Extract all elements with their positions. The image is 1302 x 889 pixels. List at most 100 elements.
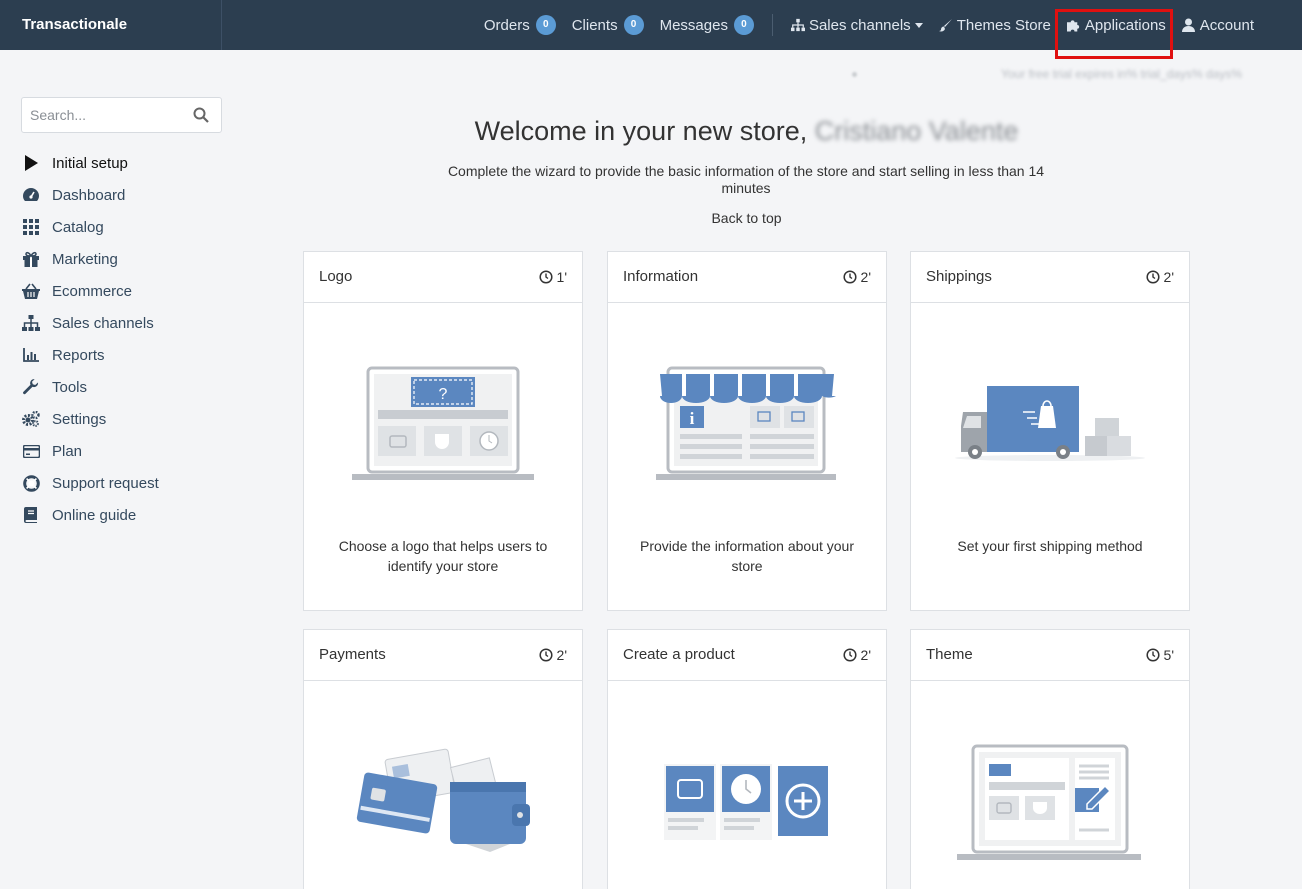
card-title: Payments xyxy=(319,646,386,663)
sidebar-item-dashboard[interactable]: Dashboard xyxy=(22,179,222,211)
sidebar-item-label: Marketing xyxy=(52,250,118,268)
sidebar-item-label: Dashboard xyxy=(52,186,126,204)
nav-clients-label: Clients xyxy=(571,16,618,34)
nav-sales-channels[interactable]: Sales channels xyxy=(790,0,923,50)
sidebar-item-sales-channels[interactable]: Sales channels xyxy=(22,307,222,339)
card-duration: 2' xyxy=(1145,266,1174,288)
sidebar-item-settings[interactable]: Settings xyxy=(22,403,222,435)
sidebar-item-tools[interactable]: Tools xyxy=(22,371,222,403)
sidebar-item-reports[interactable]: Reports xyxy=(22,339,222,371)
back-to-top-link[interactable]: Back to top xyxy=(303,210,1190,226)
search-input[interactable] xyxy=(22,98,182,132)
nav-orders-label: Orders xyxy=(483,16,530,34)
theme-editor-illustration xyxy=(957,744,1141,860)
sidebar-item-label: Reports xyxy=(52,346,105,364)
nav-applications-label: Applications xyxy=(1084,16,1166,34)
nav-clients[interactable]: Clients 0 xyxy=(572,0,644,50)
laptop-logo-illustration: ? xyxy=(352,366,534,480)
wizard-card-information[interactable]: Information 2' i Provide the information… xyxy=(607,251,887,611)
gears-icon xyxy=(22,410,40,428)
sidebar-item-initial-setup[interactable]: Initial setup xyxy=(22,147,222,179)
sidebar-item-label: Settings xyxy=(52,410,107,428)
clients-count-badge: 0 xyxy=(623,15,644,35)
wizard-card-payments[interactable]: Payments 2' xyxy=(303,629,583,889)
top-bar: Transactionale Orders 0 Clients 0 Messag… xyxy=(0,0,1302,50)
sidebar-item-catalog[interactable]: Catalog xyxy=(22,211,222,243)
book-icon xyxy=(22,506,40,524)
wizard-card-create-product[interactable]: Create a product 2' xyxy=(607,629,887,889)
sidebar-item-label: Ecommerce xyxy=(52,282,133,300)
nav-messages-label: Messages xyxy=(659,16,728,34)
brand-logo[interactable]: Transactionale xyxy=(0,0,222,50)
nav-messages[interactable]: Messages 0 xyxy=(660,0,754,50)
clock-icon xyxy=(842,270,857,284)
messages-count-badge: 0 xyxy=(733,15,754,35)
card-duration: 2' xyxy=(842,266,871,288)
card-time-value: 2' xyxy=(1163,269,1174,285)
paintbrush-icon xyxy=(938,18,953,32)
card-header: Payments 2' xyxy=(304,630,582,681)
clock-icon xyxy=(1145,270,1160,284)
search-icon[interactable] xyxy=(193,107,209,128)
wizard-card-shippings[interactable]: Shippings 2' Set your first shipping met… xyxy=(910,251,1190,611)
orders-count-badge: 0 xyxy=(535,15,556,35)
sidebar-item-label: Online guide xyxy=(52,506,137,524)
clock-icon xyxy=(842,648,857,662)
sidebar-item-label: Support request xyxy=(52,474,159,492)
page-subtitle: Complete the wizard to provide the basic… xyxy=(447,163,1045,196)
chevron-down-icon xyxy=(914,22,923,28)
wizard-card-logo[interactable]: Logo 1' ? Choose a logo that helps users… xyxy=(303,251,583,611)
card-header: Shippings 2' xyxy=(911,252,1189,303)
delivery-truck-illustration xyxy=(955,386,1145,461)
blurred-dot xyxy=(852,72,857,77)
card-time-value: 5' xyxy=(1163,647,1174,663)
card-header: Information 2' xyxy=(608,252,886,303)
wizard-card-theme[interactable]: Theme 5' xyxy=(910,629,1190,889)
sidebar-menu: Initial setup Dashboard Catalog Marketin… xyxy=(22,147,222,531)
sidebar-item-support-request[interactable]: Support request xyxy=(22,467,222,499)
top-nav: Orders 0 Clients 0 Messages 0 Sales chan… xyxy=(468,0,1254,50)
sitemap-icon xyxy=(790,18,805,32)
sidebar-item-label: Catalog xyxy=(52,218,104,236)
welcome-text: Welcome in your new store, xyxy=(474,116,808,146)
card-title: Create a product xyxy=(623,646,735,663)
grid-icon xyxy=(22,218,40,236)
card-duration: 2' xyxy=(538,644,567,666)
sidebar-item-label: Tools xyxy=(52,378,88,396)
bar-chart-icon xyxy=(22,346,40,364)
dashboard-icon xyxy=(22,186,40,204)
card-header: Logo 1' xyxy=(304,252,582,303)
sidebar-item-plan[interactable]: Plan xyxy=(22,435,222,467)
card-duration: 1' xyxy=(538,266,567,288)
card-header: Create a product 2' xyxy=(608,630,886,681)
sidebar-item-ecommerce[interactable]: Ecommerce xyxy=(22,275,222,307)
sidebar-item-marketing[interactable]: Marketing xyxy=(22,243,222,275)
clock-icon xyxy=(538,648,553,662)
nav-account[interactable]: Account xyxy=(1181,0,1254,50)
card-description: Provide the information about your store xyxy=(639,538,854,574)
basket-icon xyxy=(22,282,40,300)
card-description: Set your first shipping method xyxy=(957,538,1143,554)
card-time-value: 2' xyxy=(860,647,871,663)
sidebar-item-label: Initial setup xyxy=(52,154,128,172)
nav-orders[interactable]: Orders 0 xyxy=(484,0,556,50)
sidebar-item-online-guide[interactable]: Online guide xyxy=(22,499,222,531)
lifebuoy-icon xyxy=(22,474,40,492)
card-duration: 2' xyxy=(842,644,871,666)
page-title: Welcome in your new store, Cristiano Val… xyxy=(303,116,1190,147)
card-title: Shippings xyxy=(926,268,992,285)
card-header: Theme 5' xyxy=(911,630,1189,681)
nav-sales-channels-label: Sales channels xyxy=(808,16,911,34)
nav-account-label: Account xyxy=(1199,16,1254,34)
card-title: Theme xyxy=(926,646,973,663)
user-icon xyxy=(1181,18,1196,32)
card-time-value: 2' xyxy=(556,647,567,663)
nav-divider xyxy=(771,14,773,36)
card-time-value: 1' xyxy=(556,269,567,285)
store-info-illustration: i xyxy=(656,366,836,480)
card-title: Information xyxy=(623,268,699,285)
nav-applications[interactable]: Applications xyxy=(1066,0,1166,50)
puzzle-icon xyxy=(1066,18,1081,32)
add-product-illustration xyxy=(664,764,828,840)
nav-themes-store[interactable]: Themes Store xyxy=(938,0,1051,50)
